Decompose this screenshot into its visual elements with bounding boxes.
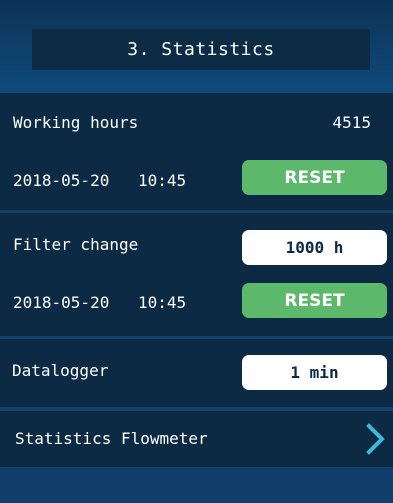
working-hours-reset-time: 10:45 [138,171,187,190]
page-title: 3. Statistics [32,29,370,70]
header-bar: 3. Statistics [0,0,393,93]
filter-change-interval-field[interactable]: 1000 h [242,230,387,265]
statistics-flowmeter-link[interactable]: Statistics Flowmeter [0,411,393,467]
working-hours-label: Working hours [13,113,139,132]
datalogger-label: Datalogger [12,361,109,380]
filter-change-section: Filter change 1000 h 2018-05-20 10:45 RE… [0,213,393,336]
filter-change-reset-date: 2018-05-20 [13,293,110,312]
working-hours-reset-date: 2018-05-20 [13,171,110,190]
statistics-screen: 3. Statistics Working hours 4515 2018-05… [0,0,393,503]
filter-change-label: Filter change [13,235,139,254]
working-hours-value: 4515 [332,113,371,132]
datalogger-section: Datalogger 1 min [0,339,393,407]
statistics-flowmeter-label: Statistics Flowmeter [15,429,208,448]
filter-change-reset-time: 10:45 [138,293,187,312]
working-hours-section: Working hours 4515 2018-05-20 10:45 RESE… [0,93,393,210]
working-hours-reset-button[interactable]: RESET [242,160,387,195]
chevron-right-icon [366,423,385,455]
datalogger-interval-field[interactable]: 1 min [242,355,387,390]
filter-change-reset-button[interactable]: RESET [242,283,387,318]
footer-bar [0,467,393,503]
